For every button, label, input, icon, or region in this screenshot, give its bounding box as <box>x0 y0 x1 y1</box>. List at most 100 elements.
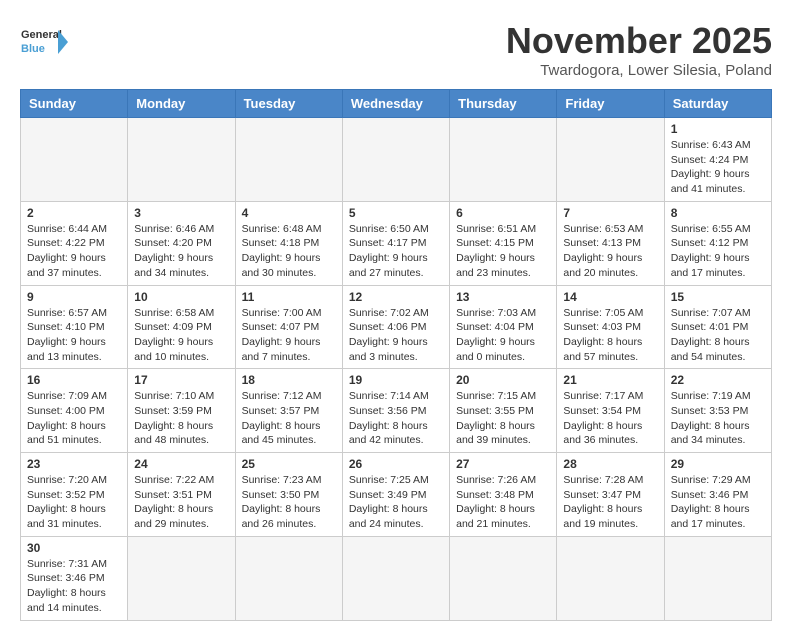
day-header-wednesday: Wednesday <box>342 90 449 118</box>
day-info: Sunrise: 6:58 AM Sunset: 4:09 PM Dayligh… <box>134 306 228 365</box>
day-info: Sunrise: 7:00 AM Sunset: 4:07 PM Dayligh… <box>242 306 336 365</box>
day-number: 4 <box>242 206 336 220</box>
day-header-thursday: Thursday <box>450 90 557 118</box>
calendar-week-5: 30 Sunrise: 7:31 AM Sunset: 3:46 PM Dayli… <box>21 536 772 620</box>
month-title: November 2025 <box>506 20 772 62</box>
day-number: 27 <box>456 457 550 471</box>
day-number: 1 <box>671 122 765 136</box>
calendar-week-3: 16 Sunrise: 7:09 AM Sunset: 4:00 PM Dayli… <box>21 369 772 453</box>
day-header-monday: Monday <box>128 90 235 118</box>
calendar-cell <box>450 536 557 620</box>
day-info: Sunrise: 7:22 AM Sunset: 3:51 PM Dayligh… <box>134 473 228 532</box>
day-info: Sunrise: 7:20 AM Sunset: 3:52 PM Dayligh… <box>27 473 121 532</box>
calendar-cell <box>557 536 664 620</box>
calendar-cell <box>235 118 342 202</box>
day-number: 5 <box>349 206 443 220</box>
day-info: Sunrise: 6:50 AM Sunset: 4:17 PM Dayligh… <box>349 222 443 281</box>
day-number: 20 <box>456 373 550 387</box>
day-number: 22 <box>671 373 765 387</box>
day-number: 29 <box>671 457 765 471</box>
day-info: Sunrise: 7:07 AM Sunset: 4:01 PM Dayligh… <box>671 306 765 365</box>
day-info: Sunrise: 7:10 AM Sunset: 3:59 PM Dayligh… <box>134 389 228 448</box>
calendar-cell: 25Sunrise: 7:23 AM Sunset: 3:50 PM Dayli… <box>235 453 342 537</box>
day-info: Sunrise: 6:46 AM Sunset: 4:20 PM Dayligh… <box>134 222 228 281</box>
logo-svg: General Blue <box>20 20 70 65</box>
day-number: 16 <box>27 373 121 387</box>
day-info: Sunrise: 7:26 AM Sunset: 3:48 PM Dayligh… <box>456 473 550 532</box>
day-info: Sunrise: 7:02 AM Sunset: 4:06 PM Dayligh… <box>349 306 443 365</box>
calendar-cell: 23 Sunrise: 7:20 AM Sunset: 3:52 PM Dayli… <box>21 453 128 537</box>
calendar-cell: 13 Sunrise: 7:03 AM Sunset: 4:04 PM Dayli… <box>450 285 557 369</box>
logo: General Blue <box>20 20 70 65</box>
day-number: 30 <box>27 541 121 555</box>
calendar-cell: 15 Sunrise: 7:07 AM Sunset: 4:01 PM Dayli… <box>664 285 771 369</box>
day-number: 17 <box>134 373 228 387</box>
title-area: November 2025 Twardogora, Lower Silesia,… <box>506 20 772 79</box>
calendar-cell: 2Sunrise: 6:44 AM Sunset: 4:22 PM Daylig… <box>21 201 128 285</box>
calendar-cell: 30 Sunrise: 7:31 AM Sunset: 3:46 PM Dayli… <box>21 536 128 620</box>
day-number: 13 <box>456 290 550 304</box>
calendar-cell: 17 Sunrise: 7:10 AM Sunset: 3:59 PM Dayli… <box>128 369 235 453</box>
calendar-cell <box>21 118 128 202</box>
day-info: Sunrise: 7:15 AM Sunset: 3:55 PM Dayligh… <box>456 389 550 448</box>
calendar-cell: 29 Sunrise: 7:29 AM Sunset: 3:46 PM Dayli… <box>664 453 771 537</box>
day-number: 15 <box>671 290 765 304</box>
day-header-friday: Friday <box>557 90 664 118</box>
calendar-cell: 27 Sunrise: 7:26 AM Sunset: 3:48 PM Dayli… <box>450 453 557 537</box>
day-number: 28 <box>563 457 657 471</box>
calendar-week-0: 1 Sunrise: 6:43 AM Sunset: 4:24 PM Daylig… <box>21 118 772 202</box>
day-info: Sunrise: 6:51 AM Sunset: 4:15 PM Dayligh… <box>456 222 550 281</box>
calendar-cell: 11 Sunrise: 7:00 AM Sunset: 4:07 PM Dayli… <box>235 285 342 369</box>
day-number: 7 <box>563 206 657 220</box>
day-number: 23 <box>27 457 121 471</box>
day-info: Sunrise: 6:53 AM Sunset: 4:13 PM Dayligh… <box>563 222 657 281</box>
day-info: Sunrise: 7:17 AM Sunset: 3:54 PM Dayligh… <box>563 389 657 448</box>
day-info: Sunrise: 7:29 AM Sunset: 3:46 PM Dayligh… <box>671 473 765 532</box>
day-number: 12 <box>349 290 443 304</box>
calendar-week-4: 23 Sunrise: 7:20 AM Sunset: 3:52 PM Dayli… <box>21 453 772 537</box>
calendar-cell: 10 Sunrise: 6:58 AM Sunset: 4:09 PM Dayli… <box>128 285 235 369</box>
day-number: 14 <box>563 290 657 304</box>
calendar: SundayMondayTuesdayWednesdayThursdayFrid… <box>20 89 772 621</box>
calendar-cell: 12 Sunrise: 7:02 AM Sunset: 4:06 PM Dayli… <box>342 285 449 369</box>
calendar-cell: 4 Sunrise: 6:48 AM Sunset: 4:18 PM Daylig… <box>235 201 342 285</box>
day-info: Sunrise: 7:31 AM Sunset: 3:46 PM Dayligh… <box>27 557 121 616</box>
day-info: Sunrise: 6:48 AM Sunset: 4:18 PM Dayligh… <box>242 222 336 281</box>
calendar-cell: 28 Sunrise: 7:28 AM Sunset: 3:47 PM Dayli… <box>557 453 664 537</box>
day-info: Sunrise: 6:57 AM Sunset: 4:10 PM Dayligh… <box>27 306 121 365</box>
day-info: Sunrise: 6:43 AM Sunset: 4:24 PM Dayligh… <box>671 138 765 197</box>
day-number: 6 <box>456 206 550 220</box>
day-info: Sunrise: 7:19 AM Sunset: 3:53 PM Dayligh… <box>671 389 765 448</box>
calendar-week-1: 2Sunrise: 6:44 AM Sunset: 4:22 PM Daylig… <box>21 201 772 285</box>
calendar-cell <box>342 118 449 202</box>
day-info: Sunrise: 7:28 AM Sunset: 3:47 PM Dayligh… <box>563 473 657 532</box>
calendar-cell: 9Sunrise: 6:57 AM Sunset: 4:10 PM Daylig… <box>21 285 128 369</box>
calendar-header-row: SundayMondayTuesdayWednesdayThursdayFrid… <box>21 90 772 118</box>
page-header: General Blue November 2025 Twardogora, L… <box>20 20 772 79</box>
calendar-cell: 21 Sunrise: 7:17 AM Sunset: 3:54 PM Dayli… <box>557 369 664 453</box>
day-number: 11 <box>242 290 336 304</box>
day-number: 18 <box>242 373 336 387</box>
location: Twardogora, Lower Silesia, Poland <box>506 62 772 79</box>
calendar-cell: 8 Sunrise: 6:55 AM Sunset: 4:12 PM Daylig… <box>664 201 771 285</box>
day-info: Sunrise: 7:05 AM Sunset: 4:03 PM Dayligh… <box>563 306 657 365</box>
svg-text:Blue: Blue <box>21 43 45 55</box>
calendar-cell: 14 Sunrise: 7:05 AM Sunset: 4:03 PM Dayli… <box>557 285 664 369</box>
day-number: 8 <box>671 206 765 220</box>
calendar-cell <box>235 536 342 620</box>
calendar-cell: 22 Sunrise: 7:19 AM Sunset: 3:53 PM Dayli… <box>664 369 771 453</box>
calendar-cell: 26Sunrise: 7:25 AM Sunset: 3:49 PM Dayli… <box>342 453 449 537</box>
day-info: Sunrise: 6:44 AM Sunset: 4:22 PM Dayligh… <box>27 222 121 281</box>
calendar-cell <box>128 536 235 620</box>
day-number: 24 <box>134 457 228 471</box>
day-info: Sunrise: 6:55 AM Sunset: 4:12 PM Dayligh… <box>671 222 765 281</box>
day-info: Sunrise: 7:03 AM Sunset: 4:04 PM Dayligh… <box>456 306 550 365</box>
day-number: 21 <box>563 373 657 387</box>
calendar-cell: 5 Sunrise: 6:50 AM Sunset: 4:17 PM Daylig… <box>342 201 449 285</box>
day-info: Sunrise: 7:25 AM Sunset: 3:49 PM Dayligh… <box>349 473 443 532</box>
calendar-cell <box>450 118 557 202</box>
calendar-cell: 18 Sunrise: 7:12 AM Sunset: 3:57 PM Dayli… <box>235 369 342 453</box>
day-info: Sunrise: 7:12 AM Sunset: 3:57 PM Dayligh… <box>242 389 336 448</box>
day-number: 10 <box>134 290 228 304</box>
day-info: Sunrise: 7:09 AM Sunset: 4:00 PM Dayligh… <box>27 389 121 448</box>
